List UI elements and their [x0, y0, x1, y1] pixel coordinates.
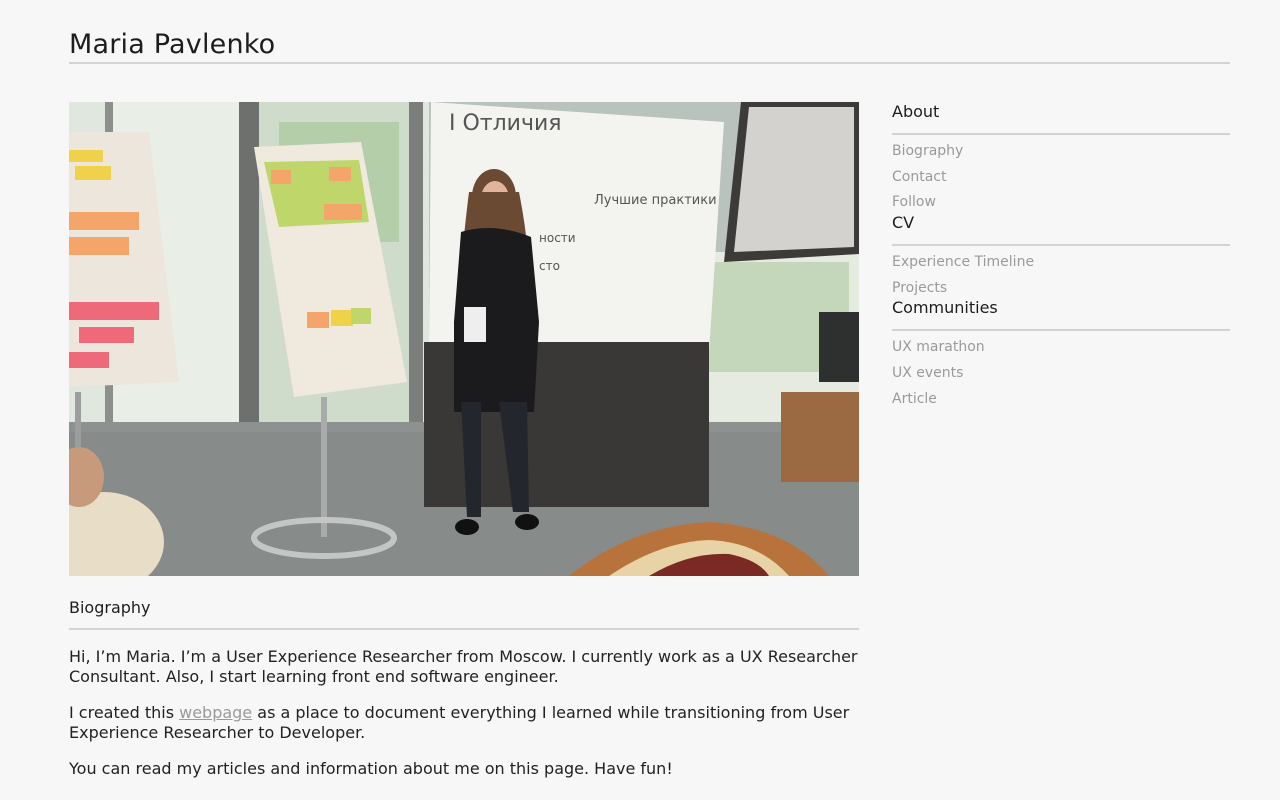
- sidebar-link-ux-events[interactable]: UX events: [892, 365, 963, 381]
- sidebar-link-ux-marathon[interactable]: UX marathon: [892, 339, 985, 355]
- biography-body: Hi, I’m Maria. I’m a User Experience Res…: [69, 647, 859, 795]
- sidebar-link-follow[interactable]: Follow: [892, 194, 936, 210]
- sidebar-link-biography[interactable]: Biography: [892, 143, 963, 159]
- sidebar-list-communities: UX marathon UX events Article: [892, 331, 1230, 407]
- sidebar-link-projects[interactable]: Projects: [892, 280, 947, 296]
- sidebar-item-article[interactable]: Article: [892, 391, 1230, 408]
- sidebar-group-title-about[interactable]: About: [892, 102, 1230, 135]
- sidebar-group-title-cv[interactable]: CV: [892, 213, 1230, 247]
- biography-heading: Biography: [69, 598, 859, 630]
- sidebar-group-communities: Communities UX marathon UX events Articl…: [892, 298, 1230, 407]
- sidebar-group-cv: CV Experience Timeline Projects: [892, 213, 1230, 297]
- sidebar-item-follow[interactable]: Follow: [892, 194, 1230, 211]
- hero-photo-illustration: I Отличия Лучшие практики ности сто: [69, 102, 859, 576]
- bio-paragraph-2: I created this webpage as a place to doc…: [69, 703, 859, 743]
- sidebar-item-experience-timeline[interactable]: Experience Timeline: [892, 254, 1230, 271]
- whiteboard-text-2: Лучшие практики: [594, 193, 717, 208]
- sidebar-group-about: About Biography Contact Follow: [892, 102, 1230, 211]
- site-title[interactable]: Maria Pavlenko: [69, 28, 1230, 62]
- sidebar-group-title-communities[interactable]: Communities: [892, 298, 1230, 332]
- bio-paragraph-3: You can read my articles and information…: [69, 759, 673, 778]
- hero-photo: I Отличия Лучшие практики ности сто: [69, 102, 859, 576]
- sidebar-link-contact[interactable]: Contact: [892, 169, 946, 185]
- bio-p2-before: I created this: [69, 703, 180, 722]
- whiteboard-text-1: I Отличия: [449, 111, 562, 136]
- webpage-link[interactable]: webpage: [179, 703, 252, 722]
- sidebar-link-experience-timeline[interactable]: Experience Timeline: [892, 254, 1034, 270]
- sidebar-nav: About Biography Contact Follow CV Experi…: [892, 102, 1230, 417]
- site-header: Maria Pavlenko: [69, 28, 1230, 64]
- whiteboard-text-3: ности: [539, 231, 576, 245]
- page: Maria Pavlenko I Отличия Лучшие практики…: [0, 0, 1280, 800]
- sidebar-list-about: Biography Contact Follow: [892, 135, 1230, 211]
- sidebar-list-cv: Experience Timeline Projects: [892, 246, 1230, 297]
- bio-paragraph-1: Hi, I’m Maria. I’m a User Experience Res…: [69, 647, 858, 686]
- sidebar-link-article[interactable]: Article: [892, 391, 937, 407]
- whiteboard-text-4: сто: [539, 259, 560, 273]
- sidebar-item-ux-marathon[interactable]: UX marathon: [892, 339, 1230, 356]
- sidebar-item-biography[interactable]: Biography: [892, 143, 1230, 160]
- sidebar-item-projects[interactable]: Projects: [892, 280, 1230, 297]
- sidebar-item-ux-events[interactable]: UX events: [892, 365, 1230, 382]
- sidebar-item-contact[interactable]: Contact: [892, 169, 1230, 186]
